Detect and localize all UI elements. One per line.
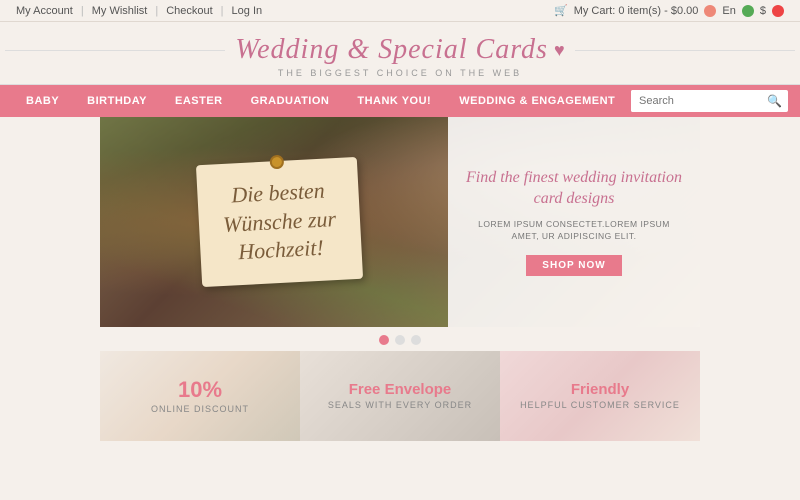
hero-tag-text: Die besten Wünsche zur Hochzeit! [221,176,338,268]
promo-card-3: Friendly HELPFUL CUSTOMER SERVICE [500,351,700,441]
my-wishlist-link[interactable]: My Wishlist [92,5,148,17]
cart-icon: 🛒 [554,4,568,17]
hero-banner: Die besten Wünsche zur Hochzeit! Find th… [100,117,700,327]
promo-card-2: Free Envelope SEALS WITH EVERY ORDER [300,351,500,441]
divider-3: | [221,5,224,17]
search-box[interactable]: 🔍 [631,90,788,112]
top-bar: My Account | My Wishlist | Checkout | Lo… [0,0,800,22]
nav-thank-you[interactable]: THANK YOU! [343,85,445,117]
nav-wedding[interactable]: WEDDING & ENGAGEMENT [445,85,629,117]
header-decoration: Wedding & Special Cards ♥ [0,34,800,66]
tag-hole [269,155,284,170]
heart-icon: ♥ [554,40,565,61]
header-line-right [575,50,795,51]
main-nav: BABY BIRTHDAY EASTER GRADUATION THANK YO… [0,85,800,117]
divider-1: | [81,5,84,17]
hero-left: Die besten Wünsche zur Hochzeit! [100,117,460,327]
nav-birthday[interactable]: BIRTHDAY [73,85,161,117]
shop-now-button[interactable]: SHOP NOW [526,255,621,276]
site-subtitle: THE BIGGEST CHOICE ON THE WEB [0,68,800,78]
title-text: Wedding & Special Cards [235,34,548,65]
top-bar-links: My Account | My Wishlist | Checkout | Lo… [16,5,262,17]
search-input[interactable] [631,90,761,112]
header-line-left [5,50,225,51]
currency-flag [742,5,754,17]
promo-card-2-content: Free Envelope SEALS WITH EVERY ORDER [328,382,472,410]
promo-1-main: 10% [151,379,249,401]
currency-icon [772,5,784,17]
flag-icon [704,5,716,17]
hero-right-title: Find the finest wedding invitation card … [464,168,684,210]
lang-text: En [722,5,735,17]
my-account-link[interactable]: My Account [16,5,73,17]
nav-easter[interactable]: EASTER [161,85,237,117]
hero-tag: Die besten Wünsche zur Hochzeit! [196,157,363,287]
promo-cards: 10% ONLINE DISCOUNT Free Envelope SEALS … [100,351,700,441]
promo-3-sub: HELPFUL CUSTOMER SERVICE [520,400,680,410]
dot-1[interactable] [379,335,389,345]
login-link[interactable]: Log In [232,5,263,17]
nav-baby[interactable]: BABY [12,85,73,117]
dot-3[interactable] [411,335,421,345]
nav-items: BABY BIRTHDAY EASTER GRADUATION THANK YO… [12,85,631,117]
promo-3-main: Friendly [520,382,680,397]
promo-card-3-content: Friendly HELPFUL CUSTOMER SERVICE [520,382,680,410]
currency-text: $ [760,5,766,17]
site-title: Wedding & Special Cards [235,34,548,66]
dot-2[interactable] [395,335,405,345]
cart-text: My Cart: 0 item(s) - $0.00 [574,5,699,17]
nav-graduation[interactable]: GRADUATION [237,85,344,117]
promo-2-sub: SEALS WITH EVERY ORDER [328,400,472,410]
divider-2: | [155,5,158,17]
hero-right-body: LOREM IPSUM CONSECTET.LOREM IPSUM AMET, … [464,218,684,244]
tag-line-3: Hochzeit! [224,233,338,267]
checkout-link[interactable]: Checkout [166,5,212,17]
promo-1-sub: ONLINE DISCOUNT [151,404,249,414]
carousel-dots [0,327,800,351]
promo-2-main: Free Envelope [328,382,472,397]
promo-card-1: 10% ONLINE DISCOUNT [100,351,300,441]
top-bar-right: 🛒 My Cart: 0 item(s) - $0.00 En $ [554,4,784,17]
hero-right-panel: Find the finest wedding invitation card … [448,117,700,327]
search-button[interactable]: 🔍 [761,94,788,108]
promo-card-1-content: 10% ONLINE DISCOUNT [151,379,249,414]
site-header: Wedding & Special Cards ♥ THE BIGGEST CH… [0,22,800,85]
